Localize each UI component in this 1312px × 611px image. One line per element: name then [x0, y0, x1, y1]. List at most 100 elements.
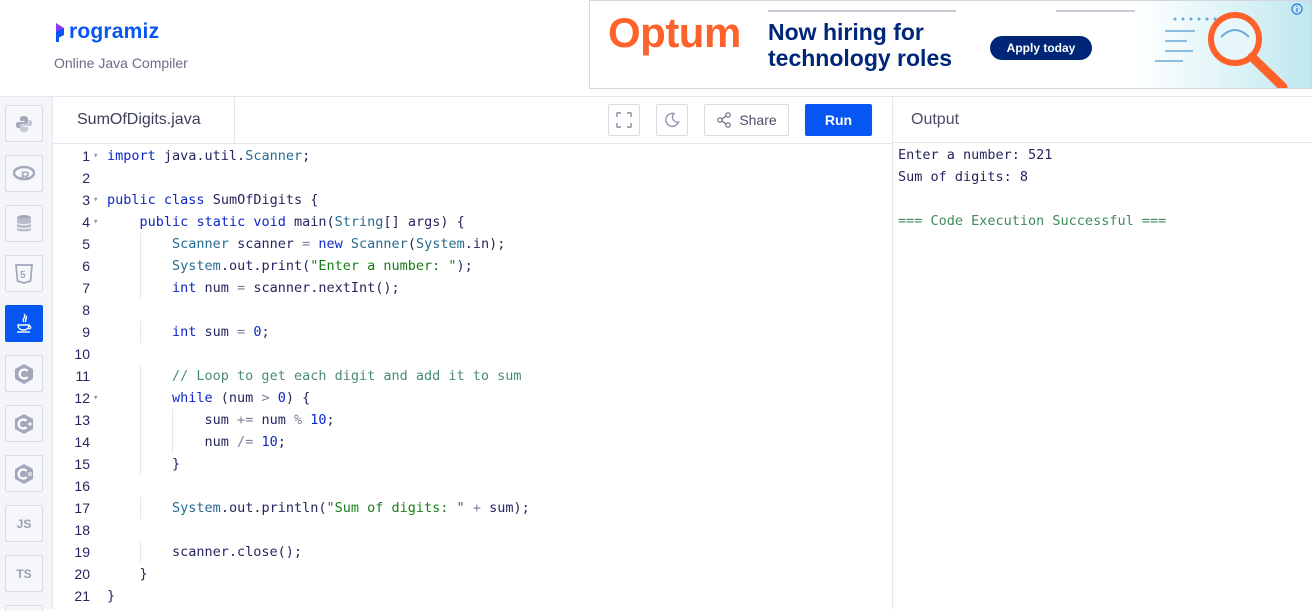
line-number: 18	[74, 522, 90, 538]
ad-apply-button[interactable]: Apply today	[990, 36, 1092, 60]
fold-toggle-icon[interactable]: ▾	[93, 145, 98, 167]
code-line[interactable]: 19 scanner.close();	[53, 541, 892, 563]
code-area[interactable]: 1 ▾ import java.util.Scanner; 2 3 ▾ public cla…	[53, 144, 892, 609]
line-number: 11	[75, 368, 90, 384]
programiz-logo-icon	[56, 23, 64, 42]
code-text: }	[107, 566, 148, 582]
java-icon	[17, 313, 32, 333]
line-number: 17	[74, 500, 90, 516]
code-editor-panel: SumOfDigits.java Share Run 1 ▾ import java…	[53, 97, 893, 609]
python-icon	[16, 115, 32, 132]
language-sql-button[interactable]	[5, 205, 43, 242]
line-number: 8	[82, 302, 90, 318]
code-line[interactable]: 1 ▾ import java.util.Scanner;	[53, 145, 892, 167]
language-python-button[interactable]	[5, 105, 43, 142]
code-line[interactable]: 15 }	[53, 453, 892, 475]
advertisement-banner[interactable]: Optum Now hiring for technology roles Ap…	[589, 0, 1312, 89]
code-line[interactable]: 21}	[53, 585, 892, 607]
line-number: 3	[82, 192, 90, 208]
code-text: public class SumOfDigits {	[107, 192, 319, 208]
code-line[interactable]: 14 num /= 10;	[53, 431, 892, 453]
code-line[interactable]: 16	[53, 475, 892, 497]
theme-toggle-button[interactable]	[656, 104, 688, 136]
share-icon	[717, 112, 732, 128]
output-panel: Output Enter a number: 521 Sum of digits…	[893, 97, 1312, 609]
language-javascript-button[interactable]: JS	[5, 505, 43, 542]
language-typescript-button[interactable]: TS	[5, 555, 43, 592]
code-line[interactable]: 2	[53, 167, 892, 189]
language-c-button[interactable]	[5, 355, 43, 392]
line-number: 15	[74, 456, 90, 472]
fullscreen-button[interactable]	[608, 104, 640, 136]
code-text: int num = scanner.nextInt();	[172, 280, 400, 296]
language-r-button[interactable]: R	[5, 155, 43, 192]
code-line[interactable]: 11 // Loop to get each digit and add it …	[53, 365, 892, 387]
line-number: 7	[82, 280, 90, 296]
language-html-button[interactable]: 5	[5, 255, 43, 292]
code-text: sum += num % 10;	[107, 412, 335, 428]
fold-toggle-icon[interactable]: ▾	[93, 211, 98, 233]
code-text: public static void main(String[] args) {	[139, 214, 465, 230]
share-label: Share	[739, 112, 777, 128]
code-line[interactable]: 10	[53, 343, 892, 365]
language-java-button[interactable]	[5, 305, 43, 342]
js-icon: JS	[16, 516, 32, 531]
code-line[interactable]: 3 ▾ public class SumOfDigits {	[53, 189, 892, 211]
output-success-message: === Code Execution Successful ===	[898, 213, 1167, 229]
r-icon: R	[13, 165, 35, 183]
language-csharp-button[interactable]	[5, 455, 43, 492]
ad-divider	[768, 10, 956, 12]
file-tab[interactable]: SumOfDigits.java	[53, 97, 235, 143]
site-header: rogramiz Online Java Compiler Optum Now …	[0, 0, 1312, 97]
code-line[interactable]: 13 sum += num % 10;	[53, 409, 892, 431]
logo-text: rogramiz	[69, 20, 160, 43]
cpp-icon	[15, 413, 33, 434]
code-line[interactable]: 9 int sum = 0;	[53, 321, 892, 343]
editor-toolbar: SumOfDigits.java Share Run	[53, 97, 892, 144]
code-line[interactable]: 6 System.out.print("Enter a number: ");	[53, 255, 892, 277]
code-text: int sum = 0;	[172, 324, 270, 340]
line-number: 6	[82, 258, 90, 274]
code-text: }	[107, 456, 181, 472]
share-button[interactable]: Share	[704, 104, 789, 136]
output-line: Enter a number: 521	[898, 147, 1053, 163]
ad-artwork	[1135, 1, 1311, 88]
code-text: System.out.print("Enter a number: ");	[172, 258, 473, 274]
fold-toggle-icon[interactable]: ▾	[93, 387, 98, 409]
fold-toggle-icon[interactable]: ▾	[93, 189, 98, 211]
code-line[interactable]: 7 int num = scanner.nextInt();	[53, 277, 892, 299]
line-number: 5	[82, 236, 90, 252]
info-icon[interactable]	[1291, 3, 1303, 15]
code-text: Scanner scanner = new Scanner(System.in)…	[172, 236, 506, 252]
output-title: Output	[911, 110, 960, 128]
code-text: scanner.close();	[107, 544, 303, 560]
programiz-logo[interactable]: rogramiz	[54, 20, 159, 44]
language-cpp-button[interactable]	[5, 405, 43, 442]
database-icon	[16, 214, 32, 231]
language-more-button[interactable]	[5, 605, 43, 611]
line-number: 10	[74, 346, 90, 362]
page-subtitle: Online Java Compiler	[54, 55, 188, 71]
line-number: 21	[74, 588, 90, 604]
code-line[interactable]: 8	[53, 299, 892, 321]
code-line[interactable]: 12 ▾ while (num > 0) {	[53, 387, 892, 409]
code-line[interactable]: 4 ▾ public static void main(String[] args…	[53, 211, 892, 233]
code-line[interactable]: 18	[53, 519, 892, 541]
run-button[interactable]: Run	[805, 104, 872, 136]
line-number: 2	[82, 170, 90, 186]
code-text: num /= 10;	[107, 434, 286, 450]
svg-text:R: R	[21, 169, 30, 183]
code-text: System.out.println("Sum of digits: " + s…	[172, 500, 530, 516]
code-text: // Loop to get each digit and add it to …	[172, 368, 522, 384]
code-line[interactable]: 20 }	[53, 563, 892, 585]
line-number: 4	[82, 214, 90, 230]
code-text: while (num > 0) {	[172, 390, 311, 406]
code-line[interactable]: 17 System.out.println("Sum of digits: " …	[53, 497, 892, 519]
code-text: }	[107, 588, 116, 604]
line-number: 13	[74, 412, 90, 428]
code-line[interactable]: 5 Scanner scanner = new Scanner(System.i…	[53, 233, 892, 255]
moon-icon	[665, 112, 680, 127]
csharp-icon	[15, 463, 33, 484]
svg-text:5: 5	[20, 270, 26, 281]
file-name: SumOfDigits.java	[77, 111, 201, 128]
